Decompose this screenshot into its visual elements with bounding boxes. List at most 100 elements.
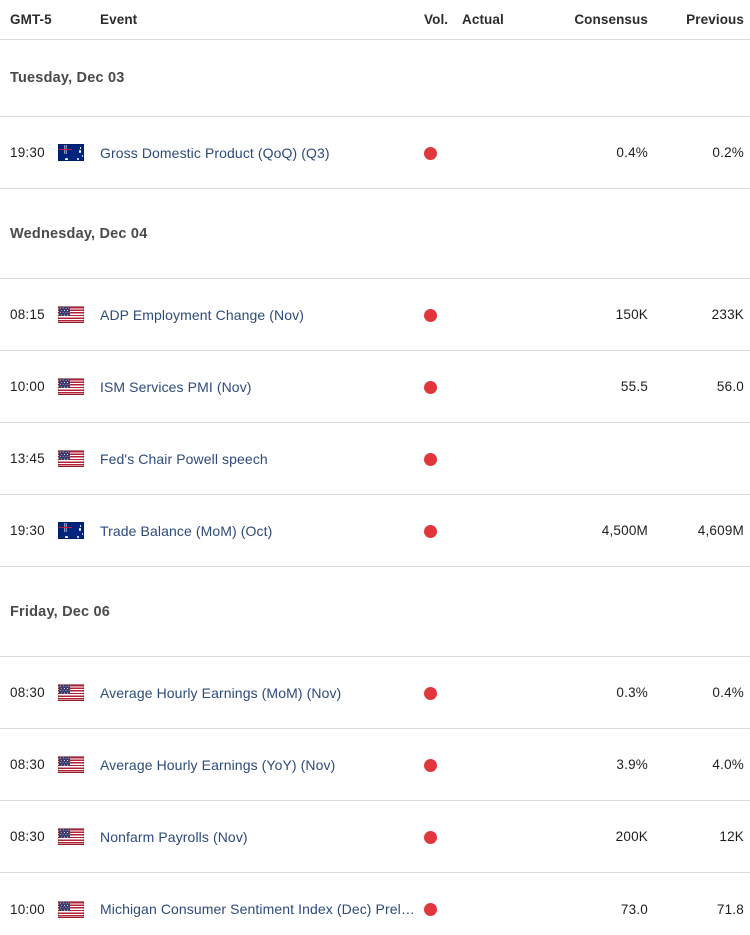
event-previous-value: 233K: [648, 307, 744, 322]
high-volatility-dot-icon: [424, 453, 437, 466]
event-consensus-value: 0.4%: [538, 145, 648, 160]
flag-united-states-icon: [58, 901, 84, 918]
event-volatility-cell: [424, 829, 460, 844]
event-row[interactable]: 08:15ADP Employment Change (Nov)150K233K: [0, 279, 750, 351]
flag-united-states-icon: [58, 756, 84, 773]
event-name-cell: Fed's Chair Powell speech: [100, 451, 424, 467]
flag-australia-icon: [58, 522, 84, 539]
event-country-flag: [58, 450, 100, 467]
column-header-event: Event: [100, 12, 424, 27]
event-country-flag: [58, 378, 100, 395]
event-name-cell: Michigan Consumer Sentiment Index (Dec) …: [100, 901, 424, 917]
event-country-flag: [58, 901, 100, 918]
flag-star-1: [65, 158, 68, 161]
event-consensus-value: 73.0: [538, 902, 648, 917]
event-row[interactable]: 19:30 Gross Domestic Product (QoQ) (Q3) 0.…: [0, 117, 750, 189]
flag-united-states-icon: [58, 684, 84, 701]
high-volatility-dot-icon: [424, 903, 437, 916]
event-time: 19:30: [10, 145, 58, 160]
event-country-flag: [58, 306, 100, 323]
high-volatility-dot-icon: [424, 309, 437, 322]
event-previous-value: 4.0%: [648, 757, 744, 772]
event-row[interactable]: 10:00Michigan Consumer Sentiment Index (…: [0, 873, 750, 935]
event-row[interactable]: 08:30 Average Hourly Earnings (YoY) (Nov)…: [0, 729, 750, 801]
column-header-consensus: Consensus: [538, 12, 648, 27]
date-section-header: Tuesday, Dec 03: [0, 40, 750, 117]
event-name-cell: ADP Employment Change (Nov): [100, 307, 424, 323]
event-time: 08:30: [10, 829, 58, 844]
event-name-cell: Trade Balance (MoM) (Oct): [100, 523, 424, 539]
event-name-link[interactable]: Average Hourly Earnings (MoM) (Nov): [100, 685, 418, 701]
event-previous-value: 0.4%: [648, 685, 744, 700]
event-row[interactable]: 19:30 Trade Balance (MoM) (Oct) 4,500M4,60…: [0, 495, 750, 567]
event-country-flag: [58, 756, 100, 773]
flag-united-states-icon: [58, 450, 84, 467]
event-time: 13:45: [10, 451, 58, 466]
column-header-volatility: Vol.: [424, 12, 460, 27]
event-consensus-value: 200K: [538, 829, 648, 844]
high-volatility-dot-icon: [424, 831, 437, 844]
flag-star-1: [65, 536, 68, 539]
event-volatility-cell: [424, 523, 460, 538]
flag-australia-icon: [58, 144, 84, 161]
column-header-actual: Actual: [460, 12, 538, 27]
column-header-previous: Previous: [648, 12, 744, 27]
event-previous-value: 56.0: [648, 379, 744, 394]
flag-star-2: [79, 528, 81, 530]
event-time: 19:30: [10, 523, 58, 538]
date-section-header: Friday, Dec 06: [0, 567, 750, 657]
economic-calendar: GMT-5 Event Vol. Actual Consensus Previo…: [0, 0, 750, 935]
event-time: 08:30: [10, 757, 58, 772]
event-name-link[interactable]: Michigan Consumer Sentiment Index (Dec) …: [100, 901, 418, 917]
event-previous-value: 71.8: [648, 902, 744, 917]
event-volatility-cell: [424, 685, 460, 700]
flag-united-states-icon: [58, 828, 84, 845]
event-consensus-value: 4,500M: [538, 523, 648, 538]
table-header-row: GMT-5 Event Vol. Actual Consensus Previo…: [0, 0, 750, 40]
event-name-cell: ISM Services PMI (Nov): [100, 379, 424, 395]
event-name-link[interactable]: Trade Balance (MoM) (Oct): [100, 523, 418, 539]
event-time: 08:15: [10, 307, 58, 322]
date-section-label: Wednesday, Dec 04: [10, 226, 147, 242]
event-name-link[interactable]: Gross Domestic Product (QoQ) (Q3): [100, 145, 418, 161]
event-volatility-cell: [424, 307, 460, 322]
event-consensus-value: 0.3%: [538, 685, 648, 700]
flag-star-3: [82, 155, 84, 157]
event-name-cell: Average Hourly Earnings (YoY) (Nov): [100, 757, 424, 773]
flag-star-4: [77, 536, 79, 538]
flag-united-states-icon: [58, 378, 84, 395]
event-previous-value: 4,609M: [648, 523, 744, 538]
high-volatility-dot-icon: [424, 759, 437, 772]
high-volatility-dot-icon: [424, 687, 437, 700]
flag-star-4: [77, 158, 79, 160]
event-name-link[interactable]: ISM Services PMI (Nov): [100, 379, 418, 395]
event-volatility-cell: [424, 451, 460, 466]
event-name-link[interactable]: Average Hourly Earnings (YoY) (Nov): [100, 757, 418, 773]
date-section-label: Friday, Dec 06: [10, 604, 110, 620]
event-time: 10:00: [10, 379, 58, 394]
event-name-link[interactable]: Nonfarm Payrolls (Nov): [100, 829, 418, 845]
event-time: 08:30: [10, 685, 58, 700]
union-jack-canton: [59, 523, 72, 532]
high-volatility-dot-icon: [424, 525, 437, 538]
event-previous-value: 12K: [648, 829, 744, 844]
event-name-link[interactable]: Fed's Chair Powell speech: [100, 451, 418, 467]
event-volatility-cell: [424, 145, 460, 160]
event-row[interactable]: 10:00ISM Services PMI (Nov)55.556.0: [0, 351, 750, 423]
event-volatility-cell: [424, 757, 460, 772]
flag-star-5: [80, 525, 82, 527]
union-jack-canton: [59, 145, 72, 154]
event-name-link[interactable]: ADP Employment Change (Nov): [100, 307, 418, 323]
event-previous-value: 0.2%: [648, 145, 744, 160]
event-row[interactable]: 08:30 Nonfarm Payrolls (Nov) 200K12K: [0, 801, 750, 873]
event-volatility-cell: [424, 379, 460, 394]
event-row[interactable]: 08:30 Average Hourly Earnings (MoM) (Nov)…: [0, 657, 750, 729]
flag-united-states-icon: [58, 306, 84, 323]
event-name-cell: Average Hourly Earnings (MoM) (Nov): [100, 685, 424, 701]
date-section-header: Wednesday, Dec 04: [0, 189, 750, 279]
date-section-label: Tuesday, Dec 03: [10, 70, 125, 86]
event-row[interactable]: 13:45 Fed's Chair Powell speech: [0, 423, 750, 495]
event-country-flag: [58, 522, 100, 539]
event-country-flag: [58, 144, 100, 161]
calendar-body: Tuesday, Dec 03 19:30 Gross Domestic Produ…: [0, 40, 750, 935]
